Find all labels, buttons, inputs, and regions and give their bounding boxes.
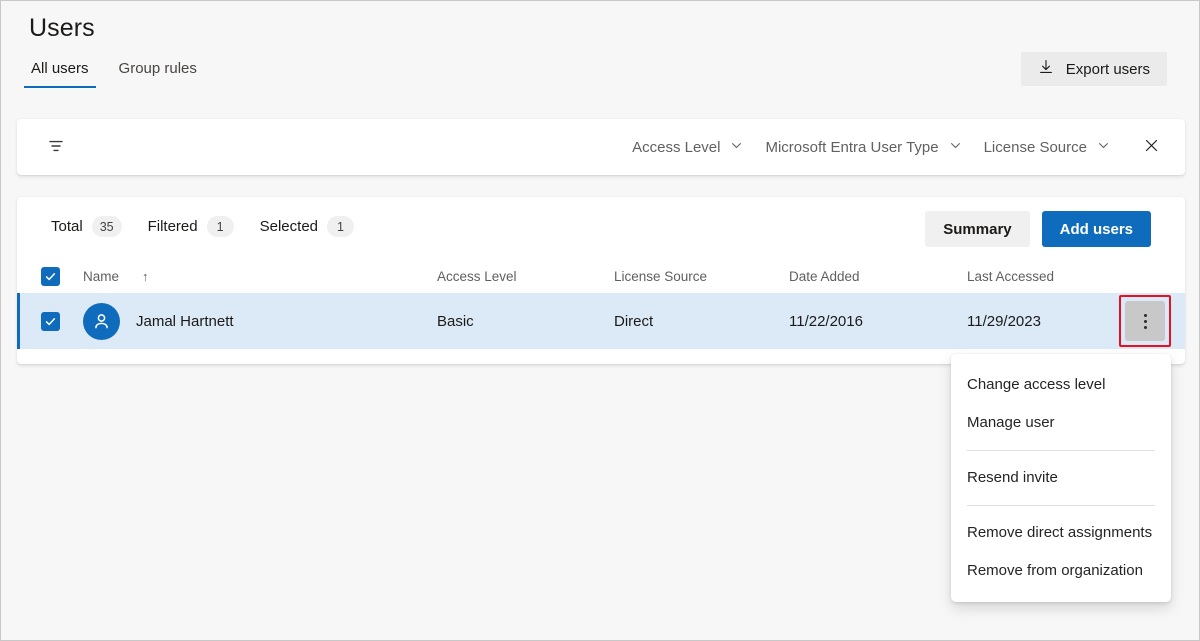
column-header-date-added[interactable]: Date Added	[789, 269, 967, 284]
filter-access-level[interactable]: Access Level	[621, 132, 754, 163]
users-table: Name ↑ Access Level License Source Date …	[17, 259, 1185, 349]
toolbar-actions: Summary Add users	[925, 211, 1151, 247]
column-header-last-accessed[interactable]: Last Accessed	[967, 269, 1125, 284]
clear-filters-button[interactable]	[1133, 129, 1169, 165]
menu-divider	[967, 505, 1155, 506]
column-header-name[interactable]: Name ↑	[83, 269, 437, 284]
tab-all-users[interactable]: All users	[24, 58, 96, 88]
row-last-accessed: 11/29/2023	[967, 313, 1125, 330]
more-actions-wrapper	[1119, 295, 1171, 347]
count-selected-badge: 1	[327, 216, 354, 237]
count-selected-label: Selected	[260, 218, 318, 235]
chevron-down-icon	[949, 139, 962, 156]
row-checkbox-cell	[17, 312, 83, 331]
row-date-added: 11/22/2016	[789, 313, 967, 330]
select-all-checkbox-cell	[17, 267, 83, 286]
counts-group: Total 35 Filtered 1 Selected 1	[51, 216, 354, 237]
menu-item-manage-user[interactable]: Manage user	[951, 404, 1171, 442]
menu-item-resend-invite[interactable]: Resend invite	[951, 459, 1171, 497]
column-header-access-level[interactable]: Access Level	[437, 269, 614, 284]
count-selected: Selected 1	[260, 216, 354, 237]
summary-button[interactable]: Summary	[925, 211, 1029, 247]
avatar	[83, 303, 120, 340]
export-users-button[interactable]: Export users	[1021, 52, 1167, 86]
filter-entra-user-type-label: Microsoft Entra User Type	[765, 139, 938, 156]
menu-item-change-access-level[interactable]: Change access level	[951, 366, 1171, 404]
filter-license-source-label: License Source	[984, 139, 1087, 156]
page-title: Users	[29, 14, 95, 43]
chevron-down-icon	[730, 139, 743, 156]
row-access-level: Basic	[437, 313, 614, 330]
tab-group-rules[interactable]: Group rules	[112, 58, 204, 88]
users-card: Total 35 Filtered 1 Selected 1 Summary A…	[17, 197, 1185, 364]
context-menu: Change access level Manage user Resend i…	[951, 354, 1171, 602]
count-total: Total 35	[51, 216, 122, 237]
column-header-name-label: Name	[83, 269, 119, 284]
filter-license-source[interactable]: License Source	[973, 132, 1121, 163]
more-vertical-icon	[1144, 326, 1147, 329]
filter-icon	[47, 137, 65, 158]
menu-divider	[967, 450, 1155, 451]
row-license-source: Direct	[614, 313, 789, 330]
filter-entra-user-type[interactable]: Microsoft Entra User Type	[754, 132, 972, 163]
select-all-checkbox[interactable]	[41, 267, 60, 286]
count-filtered-badge: 1	[207, 216, 234, 237]
count-total-badge: 35	[92, 216, 122, 237]
menu-item-remove-direct-assignments[interactable]: Remove direct assignments	[951, 514, 1171, 552]
tab-all-users-label: All users	[31, 60, 89, 77]
row-actions-cell	[1125, 295, 1185, 347]
sort-ascending-icon: ↑	[142, 269, 149, 284]
download-icon	[1038, 59, 1054, 79]
filter-access-level-label: Access Level	[632, 139, 720, 156]
more-vertical-icon	[1144, 320, 1147, 323]
chevron-down-icon	[1097, 139, 1110, 156]
count-total-label: Total	[51, 218, 83, 235]
add-users-button[interactable]: Add users	[1042, 211, 1151, 247]
users-toolbar: Total 35 Filtered 1 Selected 1 Summary A…	[17, 197, 1185, 263]
column-header-license-source[interactable]: License Source	[614, 269, 789, 284]
row-name-cell: Jamal Hartnett	[83, 303, 437, 340]
count-filtered-label: Filtered	[148, 218, 198, 235]
filter-controls: Access Level Microsoft Entra User Type L…	[621, 129, 1169, 165]
filter-icon-button[interactable]	[39, 130, 73, 164]
more-vertical-icon	[1144, 314, 1147, 317]
tab-group-rules-label: Group rules	[119, 60, 197, 77]
menu-item-remove-from-organization[interactable]: Remove from organization	[951, 552, 1171, 590]
filter-bar: Access Level Microsoft Entra User Type L…	[17, 119, 1185, 175]
close-icon	[1143, 137, 1160, 157]
row-checkbox[interactable]	[41, 312, 60, 331]
count-filtered: Filtered 1	[148, 216, 234, 237]
table-header-row: Name ↑ Access Level License Source Date …	[17, 259, 1185, 293]
more-actions-button[interactable]	[1125, 301, 1165, 341]
export-users-label: Export users	[1066, 61, 1150, 78]
row-name-label: Jamal Hartnett	[136, 313, 234, 330]
table-row[interactable]: Jamal Hartnett Basic Direct 11/22/2016 1…	[17, 293, 1185, 349]
users-page: Users All users Group rules Export users	[0, 0, 1200, 641]
tab-bar: All users Group rules	[24, 58, 204, 88]
